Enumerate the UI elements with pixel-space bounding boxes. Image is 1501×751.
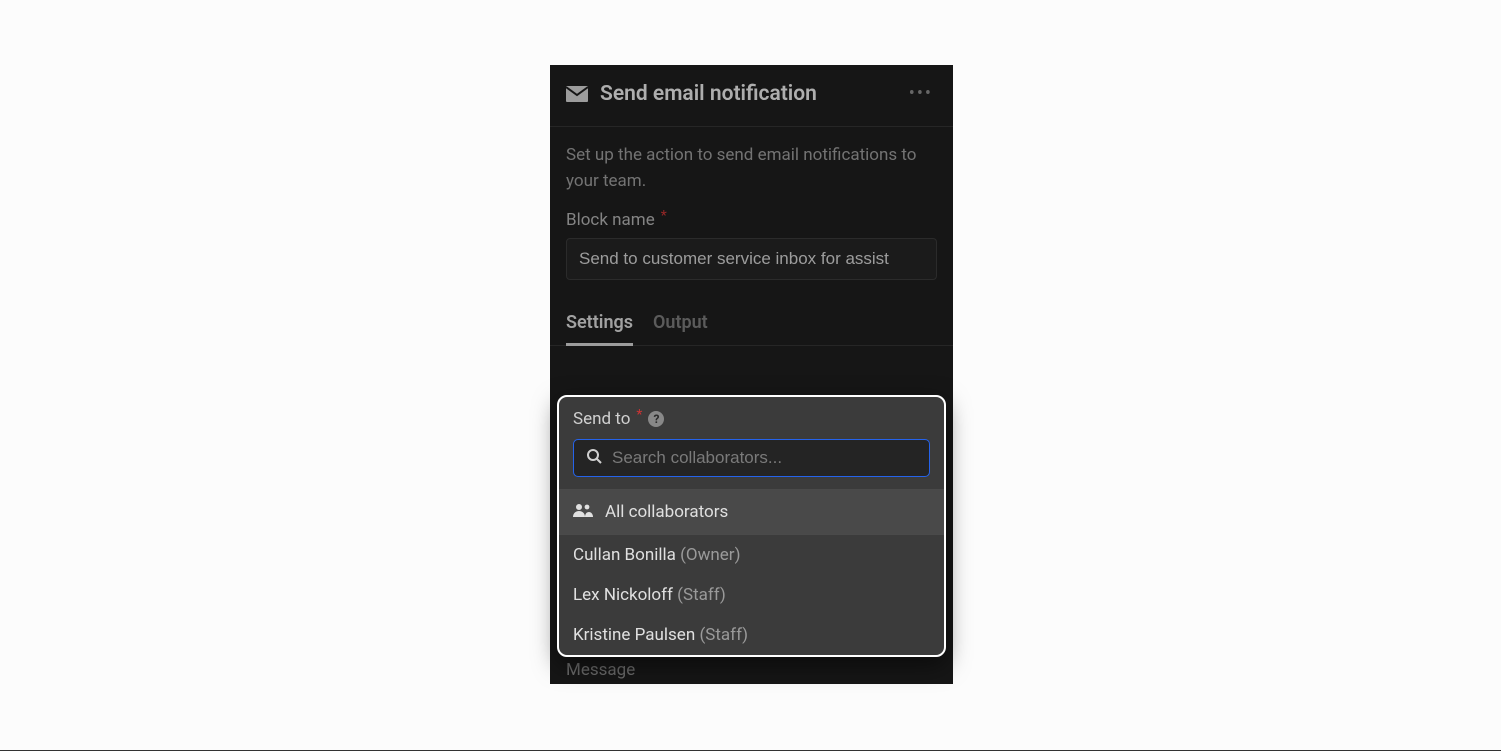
required-indicator: * [636, 407, 642, 423]
option-all-collaborators-label: All collaborators [605, 502, 728, 522]
block-name-label: Block name * [566, 210, 937, 230]
collaborator-option[interactable]: Cullan Bonilla (Owner) [559, 535, 944, 575]
tab-output[interactable]: Output [653, 302, 708, 345]
collaborator-list: Cullan Bonilla (Owner) Lex Nickoloff (St… [559, 535, 944, 655]
send-to-label: Send to * ? [573, 409, 930, 429]
option-all-collaborators[interactable]: All collaborators [559, 489, 944, 534]
panel-title: Send email notification [600, 82, 905, 106]
block-name-label-text: Block name [566, 210, 655, 230]
panel-header: Send email notification ••• [550, 65, 953, 127]
tab-settings[interactable]: Settings [566, 302, 633, 345]
search-icon [586, 448, 602, 468]
collaborator-option[interactable]: Kristine Paulsen (Staff) [559, 615, 944, 655]
collaborator-role: (Owner) [680, 545, 740, 565]
message-label: Message [566, 660, 635, 680]
block-name-input[interactable] [566, 238, 937, 280]
collaborator-name: Lex Nickoloff [573, 585, 673, 605]
help-icon[interactable]: ? [648, 411, 664, 427]
collaborator-role: (Staff) [677, 585, 726, 605]
collaborator-role: (Staff) [699, 625, 748, 645]
send-to-dropdown: Send to * ? All collaborators [557, 395, 946, 657]
collaborator-name: Cullan Bonilla [573, 545, 676, 565]
block-name-field: Block name * [550, 194, 953, 280]
send-to-label-text: Send to [573, 409, 630, 429]
dropdown-header: Send to * ? [559, 397, 944, 489]
search-collaborators-wrap[interactable] [573, 439, 930, 477]
mail-icon [566, 86, 588, 102]
people-icon [573, 502, 593, 522]
panel-description: Set up the action to send email notifica… [550, 127, 953, 194]
tabs: Settings Output [550, 302, 953, 346]
collaborator-option[interactable]: Lex Nickoloff (Staff) [559, 575, 944, 615]
send-to-section [550, 346, 953, 360]
collaborator-name: Kristine Paulsen [573, 625, 695, 645]
search-collaborators-input[interactable] [612, 448, 917, 468]
required-indicator: * [661, 208, 667, 224]
more-options-button[interactable]: ••• [905, 79, 937, 108]
